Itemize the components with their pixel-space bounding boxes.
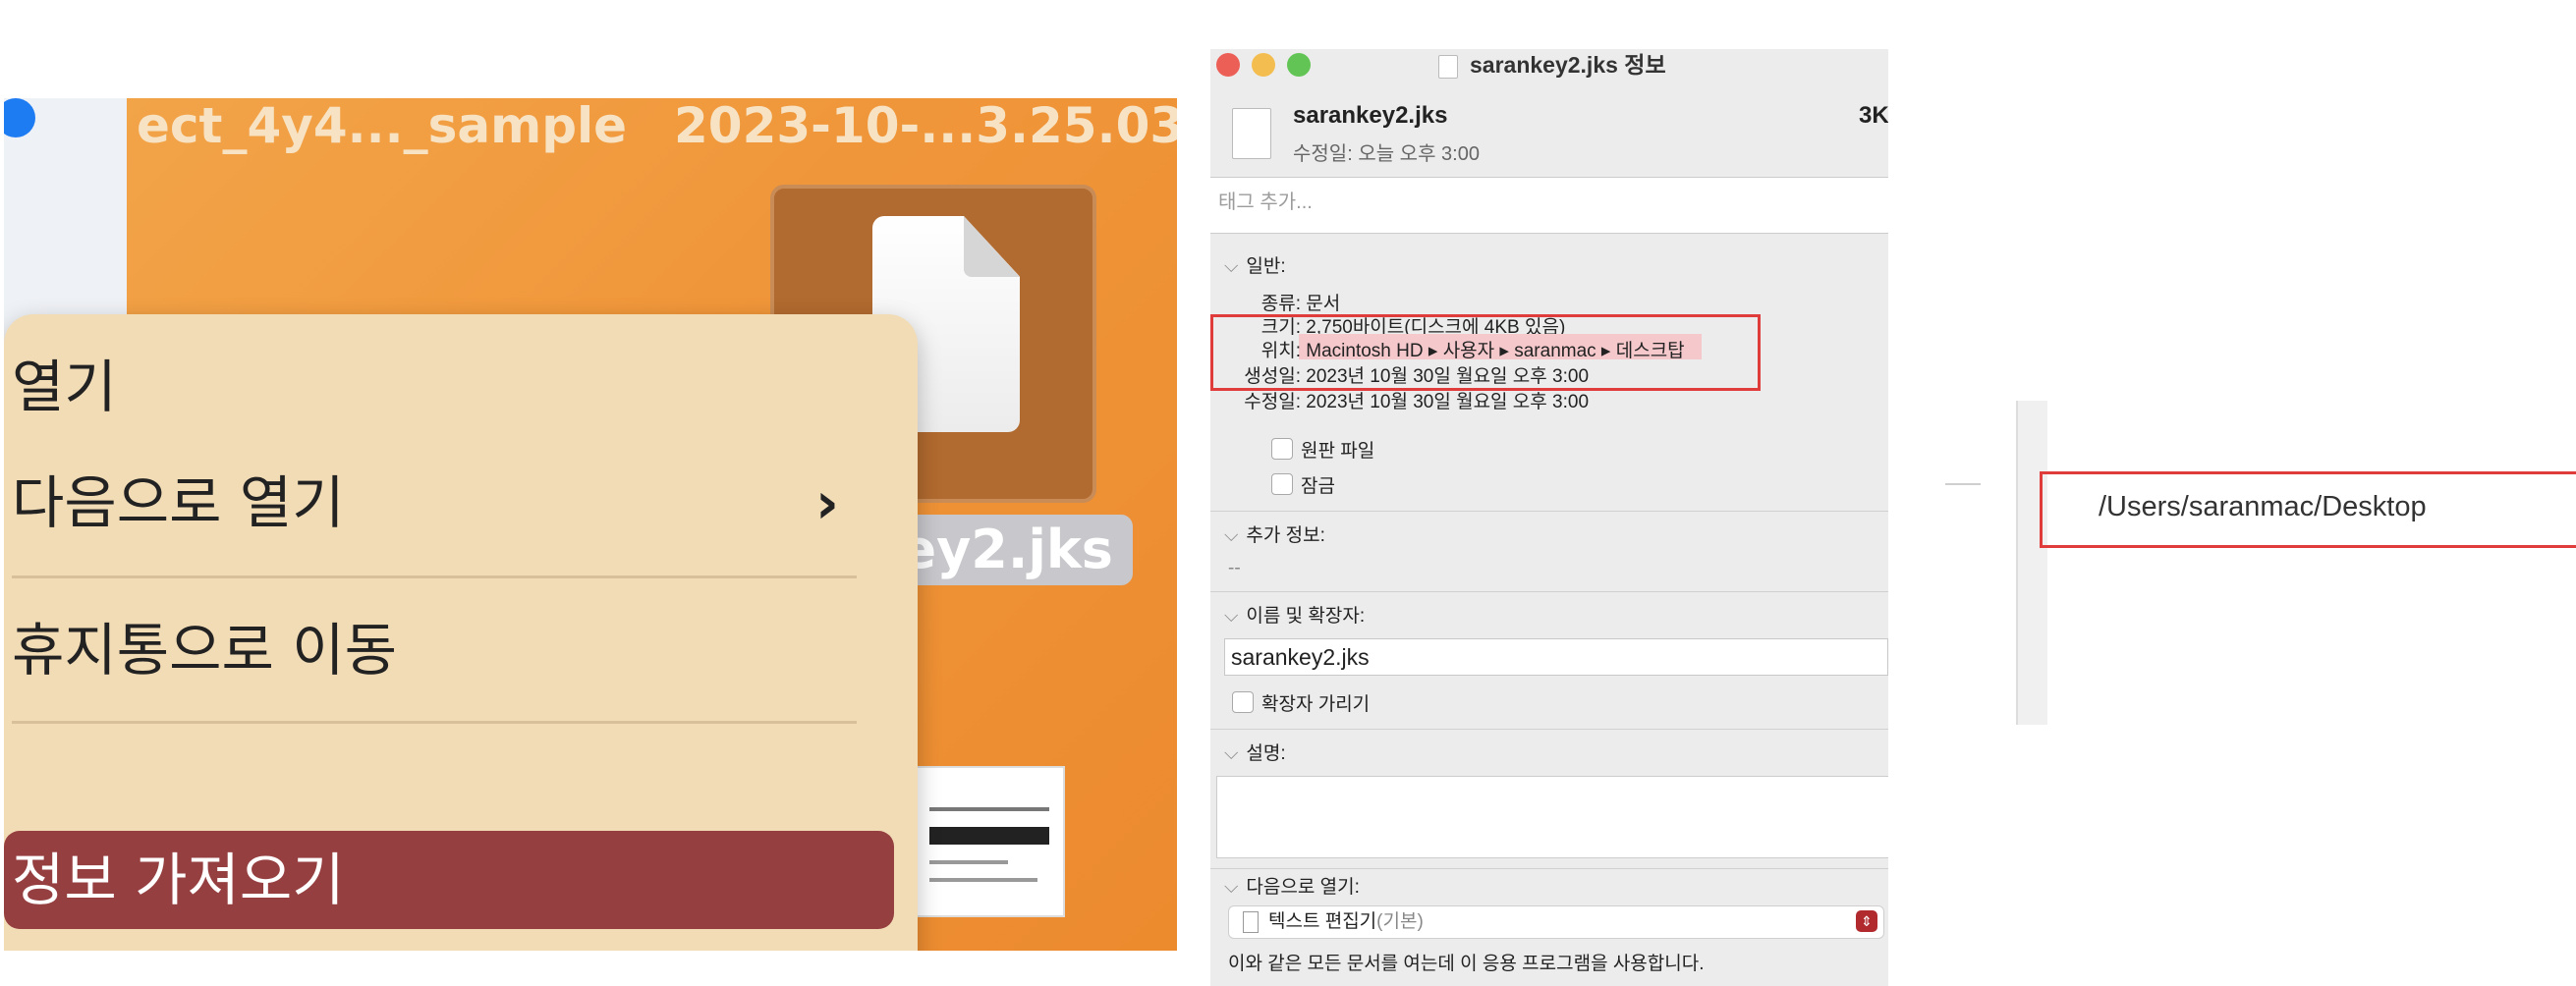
document-icon [1438, 55, 1458, 79]
menu-item-rename[interactable]: 이름 변경 [12, 941, 240, 951]
folder-path-text[interactable]: /Users/saranmac/Desktop [2099, 491, 2427, 523]
modified-summary: 수정일: 오늘 오후 3:00 [1293, 143, 1480, 165]
open-with-select[interactable]: 텍스트 편집기(기본) ⇕ [1228, 905, 1884, 939]
file-name-field[interactable] [1224, 638, 1888, 676]
menu-separator [12, 575, 857, 578]
select-arrows-icon: ⇕ [1856, 910, 1877, 932]
comments-textarea[interactable] [1216, 776, 1888, 858]
file-size: 3KB [1859, 102, 1888, 129]
kind-row: 종류: 문서 [1224, 289, 1341, 315]
more-info-value: -- [1228, 558, 1241, 578]
thumbnail-line [929, 807, 1049, 811]
section-general[interactable]: ⌵ 일반: [1224, 251, 1286, 278]
close-window-button[interactable] [1216, 53, 1240, 77]
section-title: 설명: [1246, 743, 1286, 764]
section-title: 추가 정보: [1246, 525, 1325, 546]
open-with-note: 이와 같은 모든 문서를 여는데 이 응용 프로그램을 사용합니다. [1228, 954, 1705, 974]
section-comments[interactable]: ⌵ 설명: [1224, 739, 1286, 765]
stationery-checkbox[interactable] [1271, 438, 1293, 460]
chevron-down-icon: ⌵ [1224, 743, 1239, 764]
section-title: 일반: [1246, 256, 1286, 277]
modified-row: 수정일: 2023년 10월 30일 월요일 오후 3:00 [1224, 387, 1589, 413]
section-name-extension[interactable]: ⌵ 이름 및 확장자: [1224, 601, 1365, 628]
chevron-down-icon: ⌵ [1224, 877, 1239, 898]
locked-label: 잠금 [1301, 476, 1335, 497]
section-divider [1210, 511, 1888, 512]
menu-item-move-to-trash[interactable]: 휴지통으로 이동 [12, 611, 397, 689]
chevron-down-icon: ⌵ [1224, 606, 1239, 627]
menu-separator [12, 721, 857, 724]
text-edit-app-icon [1243, 910, 1259, 933]
desktop-file-label[interactable]: ect_4y4..._sample [137, 98, 627, 153]
hide-extension-checkbox[interactable] [1232, 691, 1254, 713]
section-divider [1210, 591, 1888, 592]
section-divider [1210, 729, 1888, 730]
tags-input[interactable] [1216, 182, 1810, 223]
minimize-window-button[interactable] [1252, 53, 1275, 77]
section-divider [1210, 868, 1888, 869]
desktop-file-label[interactable]: 2023-10-...3.25.03 [674, 98, 1177, 153]
zoom-window-button[interactable] [1287, 53, 1311, 77]
open-with-app-name: 텍스트 편집기 [1268, 911, 1377, 932]
section-open-with[interactable]: ⌵ 다음으로 열기: [1224, 872, 1360, 899]
open-with-default-tag: (기본) [1376, 911, 1424, 932]
info-window: sarankey2.jks 정보 sarankey2.jks 3KB 수정일: … [1210, 49, 1888, 986]
tags-field-container [1210, 177, 1888, 234]
file-name: sarankey2.jks [1293, 102, 1448, 129]
locked-checkbox[interactable] [1271, 473, 1293, 495]
kind-value: 문서 [1306, 294, 1341, 314]
document-icon [1232, 108, 1271, 159]
chevron-right-icon: › [815, 469, 839, 536]
hide-extension-label: 확장자 가리기 [1261, 694, 1371, 715]
finder-desktop-view: ect_4y4..._sample 2023-10-...3.25.03 key… [4, 98, 1177, 951]
thumbnail-line [929, 878, 1037, 882]
annotation-highlight-box [1210, 314, 1761, 391]
thumbnail-line [929, 860, 1008, 864]
modified-value: 2023년 10월 30일 월요일 오후 3:00 [1306, 392, 1590, 412]
section-more-info[interactable]: ⌵ 추가 정보: [1224, 520, 1325, 547]
section-title: 이름 및 확장자: [1246, 606, 1366, 627]
menu-item-open-with[interactable]: 다음으로 열기 [12, 464, 345, 542]
path-panel-edge [2016, 401, 2047, 725]
modified-label: 수정일: [1244, 392, 1301, 412]
menu-item-get-info[interactable]: 정보 가져오기 [12, 841, 345, 919]
stationery-label: 원판 파일 [1301, 441, 1375, 462]
thumbnail-line [929, 827, 1049, 845]
document-fold-icon [964, 216, 1020, 277]
menu-item-open[interactable]: 열기 [12, 348, 117, 426]
chevron-down-icon: ⌵ [1224, 525, 1239, 546]
divider-line [1945, 483, 1981, 485]
window-title: sarankey2.jks 정보 [1470, 52, 1666, 78]
context-menu: 열기 다음으로 열기 › 휴지통으로 이동 정보 가져오기 이름 변경 [4, 314, 918, 951]
screenshot-thumbnail[interactable] [914, 766, 1065, 917]
section-title: 다음으로 열기: [1246, 877, 1360, 898]
kind-label: 종류: [1260, 294, 1301, 314]
chevron-down-icon: ⌵ [1224, 256, 1239, 277]
